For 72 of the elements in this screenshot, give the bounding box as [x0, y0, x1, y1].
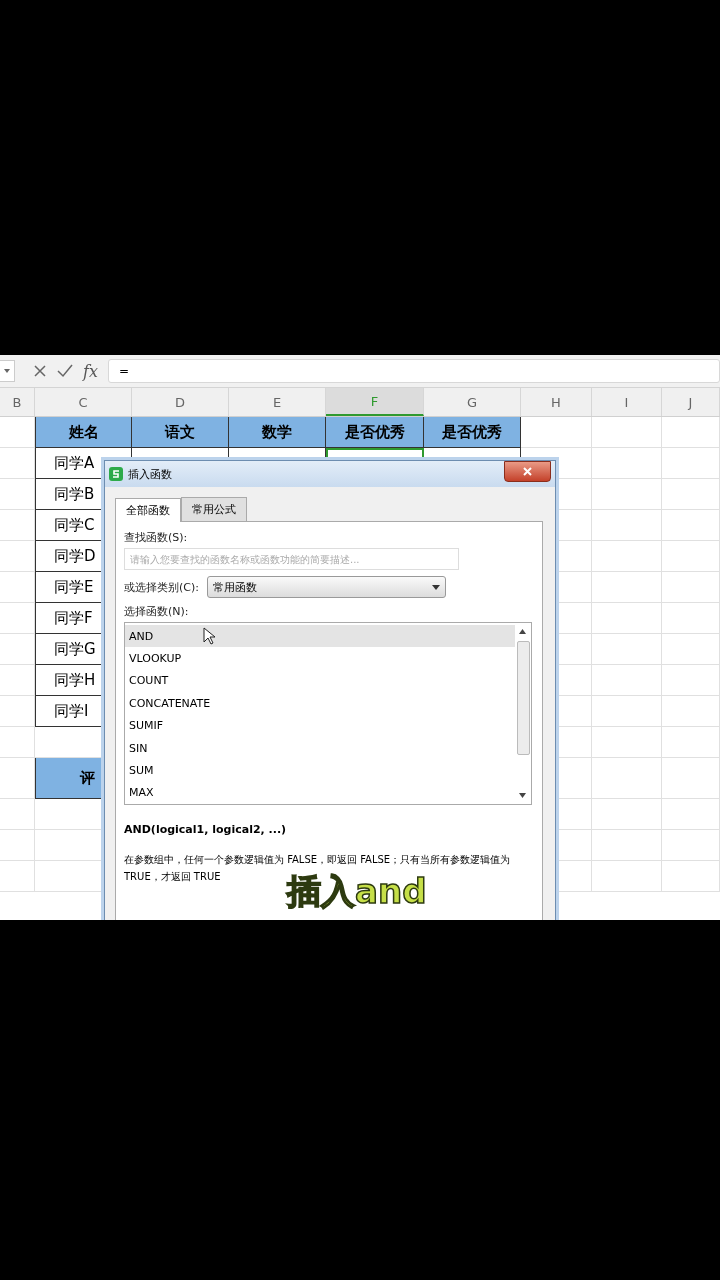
scroll-up-icon[interactable]	[519, 629, 526, 634]
cursor-icon	[203, 627, 215, 645]
table-cell	[0, 479, 35, 510]
table-cell	[0, 696, 35, 727]
column-header[interactable]: G	[424, 388, 521, 416]
function-signature: AND(logical1, logical2, ...)	[124, 823, 288, 836]
table-cell	[662, 510, 720, 541]
close-button[interactable]	[504, 461, 551, 482]
table-cell	[662, 448, 720, 479]
table-cell	[662, 758, 720, 799]
category-dropdown[interactable]: 常用函数	[207, 576, 446, 598]
table-cell	[592, 799, 662, 830]
table-cell	[662, 541, 720, 572]
table-cell	[0, 541, 35, 572]
header-cell: 数学	[229, 417, 326, 448]
column-header[interactable]: H	[521, 388, 592, 416]
header-cell: 语文	[132, 417, 229, 448]
table-cell	[592, 541, 662, 572]
table-cell	[592, 603, 662, 634]
table-cell	[662, 479, 720, 510]
caret-icon	[4, 369, 10, 373]
tab[interactable]: 全部函数	[115, 498, 181, 522]
table-cell	[662, 727, 720, 758]
table-cell	[592, 830, 662, 861]
close-icon	[523, 467, 532, 476]
table-cell	[0, 510, 35, 541]
function-icon[interactable]: fx	[83, 361, 98, 381]
table-cell	[662, 799, 720, 830]
column-header[interactable]: B	[0, 388, 35, 416]
table-cell	[662, 696, 720, 727]
table-cell	[662, 603, 720, 634]
table-cell	[0, 448, 35, 479]
name-box[interactable]	[0, 360, 15, 382]
header-cell: 是否优秀	[424, 417, 521, 448]
function-item[interactable]: SIN	[125, 736, 515, 760]
table-cell	[592, 665, 662, 696]
table-cell	[592, 727, 662, 758]
table-cell	[0, 665, 35, 696]
app-logo-icon	[109, 467, 123, 481]
formula-field[interactable]: =	[107, 359, 720, 383]
table-cell	[592, 510, 662, 541]
table-cell	[592, 479, 662, 510]
table-cell	[0, 603, 35, 634]
check-icon[interactable]	[57, 364, 73, 378]
search-field[interactable]: 请输入您要查找的函数名称或函数功能的简要描述...	[124, 548, 459, 570]
table-cell	[0, 634, 35, 665]
table-cell	[592, 634, 662, 665]
column-header[interactable]: J	[662, 388, 720, 416]
tab[interactable]: 常用公式	[181, 497, 247, 521]
table-cell	[662, 861, 720, 892]
table-cell	[592, 696, 662, 727]
table-cell	[521, 417, 592, 448]
table-cell	[662, 572, 720, 603]
table-cell	[662, 634, 720, 665]
table-cell	[592, 448, 662, 479]
table-cell	[592, 861, 662, 892]
table-cell	[592, 758, 662, 799]
table-cell	[662, 417, 720, 448]
column-header[interactable]: D	[132, 388, 229, 416]
function-item[interactable]: AND	[125, 625, 515, 648]
column-header[interactable]: I	[592, 388, 662, 416]
table-cell	[592, 572, 662, 603]
header-cell: 姓名	[35, 417, 132, 448]
cancel-icon[interactable]	[33, 364, 47, 378]
table-cell	[0, 572, 35, 603]
table-cell	[592, 417, 662, 448]
table-cell	[662, 665, 720, 696]
header-cell: 是否优秀	[326, 417, 424, 448]
caret-icon	[432, 584, 440, 590]
scroll-down-icon[interactable]	[519, 793, 526, 798]
column-header[interactable]: C	[35, 388, 132, 416]
table-cell	[662, 830, 720, 861]
